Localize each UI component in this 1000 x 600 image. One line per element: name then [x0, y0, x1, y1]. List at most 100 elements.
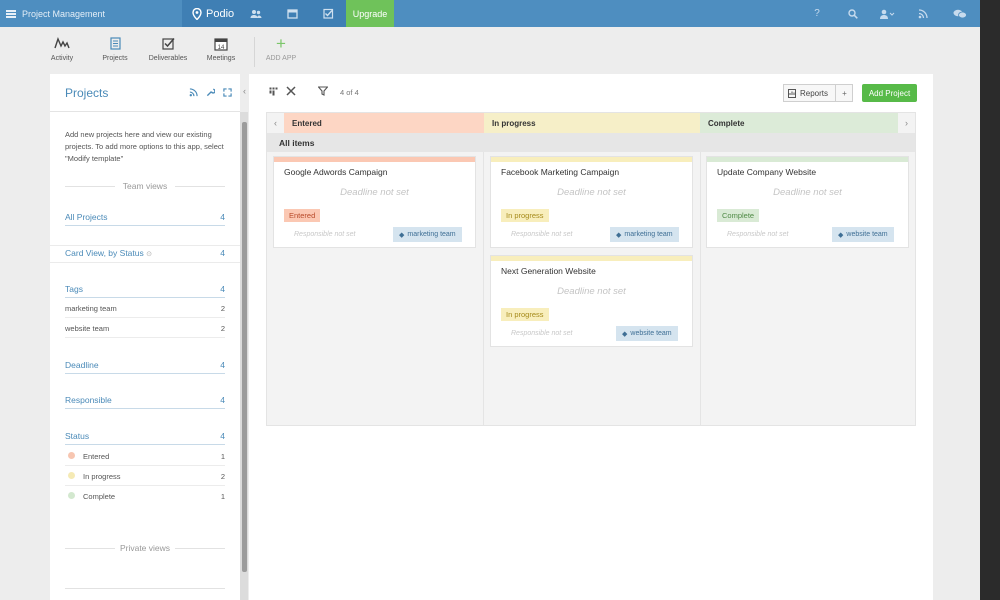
view-toolbar: 4 of 4 — [269, 86, 359, 99]
tag-chip[interactable]: ◆ marketing team — [610, 227, 679, 242]
card-title[interactable]: Facebook Marketing Campaign — [501, 167, 619, 177]
card-responsible: Responsible not set — [511, 330, 573, 337]
filter-deadline[interactable]: Deadline 4 — [65, 360, 225, 374]
calendar-icon: 14 — [196, 37, 246, 53]
tag-label: website team — [65, 323, 110, 333]
chat-icon[interactable] — [948, 0, 972, 27]
filter-status[interactable]: Status 4 — [65, 431, 225, 445]
card-title[interactable]: Update Company Website — [717, 167, 816, 177]
card-title[interactable]: Next Generation Website — [501, 266, 596, 276]
sidebar-scrollbar-thumb[interactable] — [242, 122, 247, 572]
tag-marketing-team[interactable]: marketing team 2 — [65, 299, 225, 318]
app-meetings[interactable]: 14 Meetings — [196, 37, 246, 62]
tag-label: website team — [846, 231, 888, 238]
column-header-entered[interactable]: Entered — [284, 113, 484, 133]
menu-icon[interactable] — [6, 9, 16, 18]
tag-icon: ◆ — [838, 231, 844, 239]
tag-website-team[interactable]: website team 2 — [65, 319, 225, 338]
card-title[interactable]: Google Adwords Campaign — [284, 167, 387, 177]
sidebar: Projects Add new projects here and view … — [50, 74, 240, 600]
team-views-divider: Team views — [65, 181, 225, 191]
filter-label: Status — [65, 431, 90, 441]
divider — [254, 37, 255, 67]
tag-chip[interactable]: ◆ website team — [832, 227, 894, 242]
layout-icon[interactable] — [269, 87, 278, 99]
kanban-board: ‹ Entered In progress Complete › All ite… — [266, 112, 916, 426]
add-project-button[interactable]: Add Project — [862, 84, 917, 102]
project-card[interactable]: Facebook Marketing Campaign Deadline not… — [490, 156, 693, 248]
tag-chip[interactable]: ◆ marketing team — [393, 227, 462, 242]
status-label: In progress — [83, 471, 121, 481]
filter-count: 4 — [220, 431, 225, 441]
card-responsible: Responsible not set — [294, 231, 356, 238]
filter-count: 4 — [220, 284, 225, 294]
deliverables-icon — [143, 37, 193, 53]
status-entered[interactable]: Entered 1 — [65, 447, 225, 466]
group-header: All items — [267, 133, 915, 152]
tag-label: website team — [630, 330, 672, 337]
search-icon[interactable] — [842, 0, 864, 27]
rss-icon[interactable] — [912, 0, 934, 27]
status-badge: Complete — [717, 209, 760, 222]
help-icon[interactable]: ? — [806, 0, 828, 27]
status-complete[interactable]: Complete 1 — [65, 487, 225, 506]
rss-icon[interactable] — [189, 88, 198, 99]
filter-icon[interactable] — [317, 86, 329, 99]
view-count: 4 — [220, 212, 225, 222]
sidebar-title[interactable]: Projects — [65, 86, 108, 100]
info-icon[interactable]: ⊙ — [146, 251, 152, 258]
column-header-complete[interactable]: Complete — [700, 113, 898, 133]
app-bar: Activity Projects Deliverables 14 Meetin… — [0, 27, 980, 74]
project-card[interactable]: Google Adwords Campaign Deadline not set… — [273, 156, 476, 248]
tag-icon: ◆ — [399, 231, 405, 239]
wrench-icon[interactable] — [206, 88, 216, 99]
app-label: Deliverables — [148, 55, 188, 62]
project-card[interactable]: Next Generation Website Deadline not set… — [490, 255, 693, 347]
status-dot — [68, 451, 75, 459]
status-badge: In progress — [501, 308, 549, 321]
calendar-nav-icon[interactable] — [274, 0, 310, 27]
card-status-stripe — [491, 157, 692, 162]
app-label: Meetings — [206, 55, 236, 62]
tools-icon[interactable] — [286, 86, 296, 99]
view-count: 4 — [220, 248, 225, 258]
collapse-sidebar-icon[interactable]: ‹ — [243, 86, 246, 96]
filter-tags[interactable]: Tags 4 — [65, 284, 225, 298]
status-count: 1 — [220, 492, 225, 501]
status-badge: In progress — [501, 209, 549, 222]
tag-label: marketing team — [407, 231, 456, 238]
view-all-projects[interactable]: All Projects 4 — [65, 212, 225, 226]
contacts-nav-icon[interactable] — [238, 0, 274, 27]
card-deadline: Deadline not set — [557, 187, 626, 198]
workspace-switcher[interactable]: Project Management — [0, 0, 182, 27]
fullscreen-icon[interactable] — [223, 88, 232, 99]
add-app-button[interactable]: + ADD APP — [256, 35, 306, 62]
scroll-right-icon[interactable]: › — [898, 113, 915, 133]
user-menu-icon[interactable] — [874, 0, 900, 27]
app-deliverables[interactable]: Deliverables — [143, 37, 193, 62]
app-activity[interactable]: Activity — [37, 37, 87, 62]
tasks-nav-icon[interactable] — [310, 0, 346, 27]
status-badge: Entered — [284, 209, 321, 222]
app-projects[interactable]: Projects — [90, 37, 140, 62]
upgrade-button[interactable]: Upgrade — [346, 0, 394, 27]
podio-pin-icon — [192, 7, 202, 20]
status-in-progress[interactable]: In progress 2 — [65, 467, 225, 486]
column-header-in-progress[interactable]: In progress — [484, 113, 700, 133]
card-deadline: Deadline not set — [773, 187, 842, 198]
filter-label: Responsible — [65, 395, 112, 405]
scroll-left-icon[interactable]: ‹ — [267, 113, 284, 133]
view-card-by-status[interactable]: Card View, by Status ⊙ 4 — [65, 248, 225, 262]
sidebar-header: Projects — [50, 74, 240, 112]
podio-logo[interactable]: Podio — [182, 0, 238, 27]
status-dot — [68, 492, 75, 499]
app-label: Activity — [50, 55, 74, 62]
filter-responsible[interactable]: Responsible 4 — [65, 395, 225, 409]
tag-count: 2 — [220, 303, 225, 313]
top-navigation-bar: Project Management Podio Upgrade ? — [0, 0, 980, 27]
card-status-stripe — [274, 157, 475, 162]
tag-label: marketing team — [624, 231, 673, 238]
reports-add-button[interactable]: + — [835, 84, 853, 102]
project-card[interactable]: Update Company Website Deadline not set … — [706, 156, 909, 248]
tag-chip[interactable]: ◆ website team — [616, 326, 678, 341]
